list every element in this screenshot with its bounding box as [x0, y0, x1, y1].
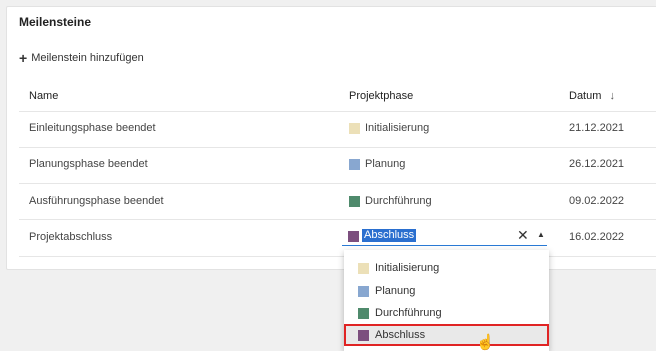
phase-color-swatch — [349, 122, 360, 134]
dropdown-option-durchfuehrung[interactable]: Durchführung — [344, 302, 549, 324]
add-milestone-label: Meilenstein hinzufügen — [31, 52, 144, 64]
row-date: 09.02.2022 — [569, 195, 625, 207]
option-label: Initialisierung — [375, 262, 440, 274]
column-header-date[interactable]: Datum ↓ — [569, 90, 615, 102]
row-date: 16.02.2022 — [569, 231, 625, 243]
header-divider — [19, 111, 656, 112]
row-phase: Planung — [349, 158, 405, 170]
row-divider — [19, 256, 656, 257]
phase-dropdown: Initialisierung Planung Durchführung Abs… — [344, 250, 549, 351]
row-divider — [19, 219, 656, 220]
option-label: Abschluss — [375, 329, 426, 341]
row-name: Einleitungsphase beendet — [29, 122, 156, 134]
phase-color-swatch — [358, 285, 369, 297]
column-header-phase[interactable]: Projektphase — [349, 90, 413, 102]
row-phase: Durchführung — [349, 195, 432, 207]
row-name: Planungsphase beendet — [29, 158, 148, 170]
hand-pointer-icon: ☝ — [476, 334, 495, 351]
row-name: Projektabschluss — [29, 231, 113, 243]
row-phase-label: Initialisierung — [365, 122, 430, 134]
row-divider — [19, 183, 656, 184]
phase-select[interactable]: Abschluss ✕ ▲ — [342, 226, 547, 246]
option-label: Planung — [375, 285, 416, 297]
phase-color-swatch — [358, 307, 369, 319]
dropdown-option-abschluss[interactable]: Abschluss — [344, 324, 549, 346]
dropdown-option-planung[interactable]: Planung — [344, 280, 549, 302]
clear-icon[interactable]: ✕ — [517, 227, 529, 244]
option-label: Durchführung — [375, 307, 442, 319]
row-phase: Initialisierung — [349, 122, 429, 134]
sort-arrow-icon[interactable]: ↓ — [609, 90, 615, 102]
add-milestone-button[interactable]: + Meilenstein hinzufügen — [19, 50, 144, 66]
row-phase-label: Durchführung — [365, 195, 432, 207]
phase-color-swatch — [349, 158, 360, 170]
phase-select-value[interactable]: Abschluss — [362, 229, 417, 242]
phase-color-swatch — [358, 329, 369, 341]
column-header-date-label: Datum — [569, 90, 602, 102]
row-divider — [19, 147, 656, 148]
phase-color-swatch — [348, 231, 359, 242]
milestones-panel: Meilensteine + Meilenstein hinzufügen Na… — [6, 6, 656, 270]
caret-up-icon[interactable]: ▲ — [537, 230, 545, 239]
row-phase-label: Planung — [365, 158, 406, 170]
row-name: Ausführungsphase beendet — [29, 195, 164, 207]
phase-color-swatch — [349, 195, 360, 207]
phase-color-swatch — [358, 262, 369, 274]
plus-icon: + — [19, 50, 28, 66]
dropdown-option-initialisierung[interactable]: Initialisierung — [344, 257, 549, 279]
panel-title: Meilensteine — [19, 15, 92, 29]
column-header-name[interactable]: Name — [29, 90, 58, 102]
row-date: 21.12.2021 — [569, 122, 625, 134]
row-date: 26.12.2021 — [569, 158, 625, 170]
